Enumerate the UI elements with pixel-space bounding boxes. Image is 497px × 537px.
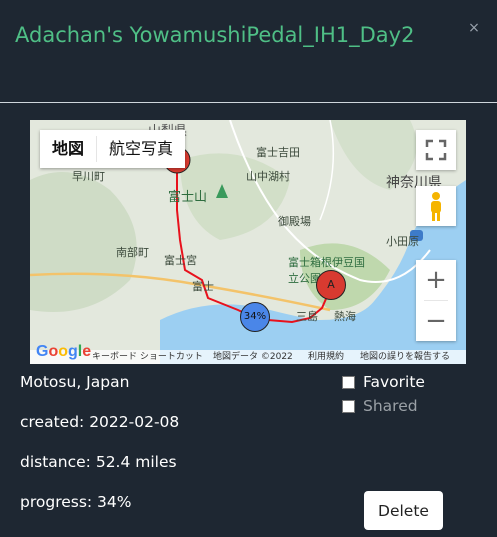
pegman-icon	[431, 192, 441, 221]
map-label: 富士吉田	[256, 146, 300, 159]
map-label: 小田原	[386, 235, 419, 248]
map-label: 富士山	[168, 190, 208, 205]
fullscreen-icon	[425, 139, 447, 161]
shared-label[interactable]: Shared	[363, 397, 418, 415]
shared-option: Shared	[342, 397, 418, 415]
map-label: 富士	[192, 280, 214, 293]
map-type-satellite-button[interactable]: 航空写真	[97, 130, 185, 168]
map-label: 南部町	[116, 246, 149, 259]
favorite-checkbox[interactable]	[342, 375, 355, 389]
created-text: created: 2022-02-08	[20, 413, 180, 431]
map-view[interactable]: 山梨県 富士吉田 早川町 山中湖村 神奈川県 富士山 南部町 富士宮 御殿場 小…	[30, 120, 466, 364]
report-error-link[interactable]: 地図の誤りを報告する	[360, 350, 450, 364]
distance-text: distance: 52.4 miles	[20, 453, 177, 471]
zoom-out-button[interactable]: −	[416, 301, 456, 341]
modal-title: Adachan's YowamushiPedal_IH1_Day2	[15, 23, 415, 47]
marker-start-label: A	[327, 278, 335, 291]
map-label: 山中湖村	[246, 170, 290, 183]
progress-text: progress: 34%	[20, 493, 132, 511]
map-label: 早川町	[72, 170, 105, 183]
terms-link[interactable]: 利用規約	[308, 350, 344, 364]
delete-button[interactable]: Delete	[364, 491, 443, 530]
shared-checkbox[interactable]	[342, 399, 355, 413]
pegman-button[interactable]	[416, 186, 456, 226]
google-logo: Google	[36, 343, 92, 360]
map-data-text: 地図データ ©2022	[213, 352, 293, 362]
map-label: 三島	[296, 310, 318, 323]
map-label: 熱海	[334, 310, 356, 323]
divider	[0, 102, 497, 103]
marker-progress-label: 34%	[243, 311, 267, 322]
zoom-control: + −	[416, 260, 456, 341]
location-text: Motosu, Japan	[20, 373, 130, 391]
map-label: 富士宮	[164, 254, 197, 267]
map-type-map-button[interactable]: 地図	[40, 130, 96, 168]
map-label: 御殿場	[278, 215, 311, 228]
zoom-in-button[interactable]: +	[416, 260, 456, 300]
map-type-control: 地図 航空写真	[40, 130, 186, 168]
map-marker-start[interactable]: A	[316, 270, 346, 300]
favorite-label[interactable]: Favorite	[363, 373, 425, 391]
close-icon[interactable]: ×	[466, 20, 482, 36]
favorite-option: Favorite	[342, 373, 425, 391]
map-attribution: キーボード ショートカット 地図データ ©2022 利用規約 地図の誤りを報告す…	[30, 350, 466, 364]
keyboard-shortcuts-link[interactable]: キーボード ショートカット	[92, 350, 203, 364]
fullscreen-button[interactable]	[416, 130, 456, 170]
map-marker-progress[interactable]: 34%	[240, 302, 270, 332]
